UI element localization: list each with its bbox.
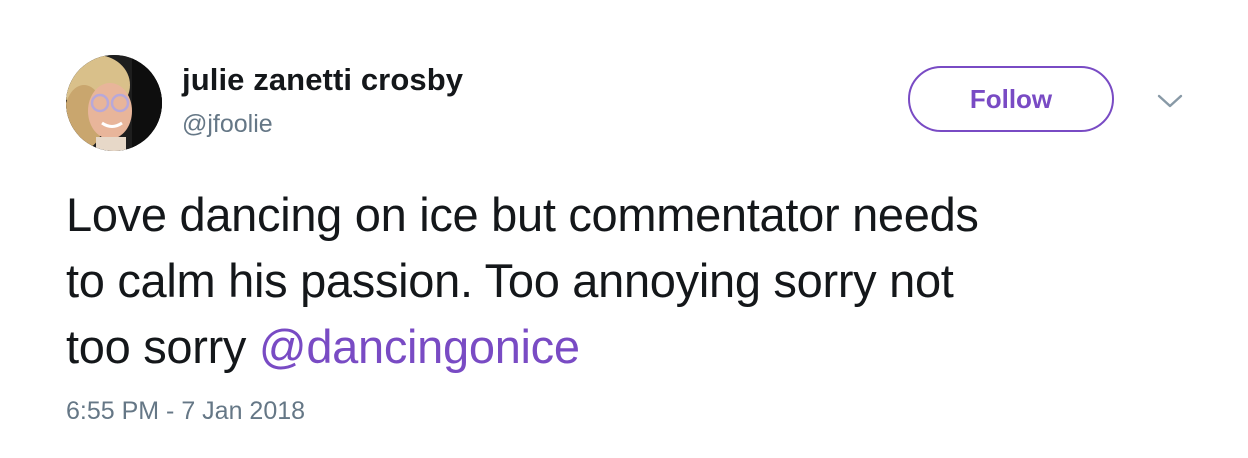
display-name[interactable]: julie zanetti crosby [182,62,463,98]
avatar[interactable] [66,55,162,151]
tweet-text-line: to calm his passion. Too annoying sorry … [66,254,954,307]
timestamp[interactable]: 6:55 PM - 7 Jan 2018 [66,397,305,426]
avatar-image [66,55,162,151]
mention-link[interactable]: @dancingonice [259,320,580,373]
tweet-text-line: too sorry [66,320,259,373]
tweet-card: julie zanetti crosby @jfoolie Follow Lov… [0,0,1248,458]
tweet-text-line: Love dancing on ice but commentator need… [66,188,979,241]
tweet-text: Love dancing on ice but commentator need… [66,182,1206,380]
follow-button[interactable]: Follow [908,66,1114,132]
chevron-down-icon[interactable] [1156,92,1184,110]
user-handle[interactable]: @jfoolie [182,110,273,139]
